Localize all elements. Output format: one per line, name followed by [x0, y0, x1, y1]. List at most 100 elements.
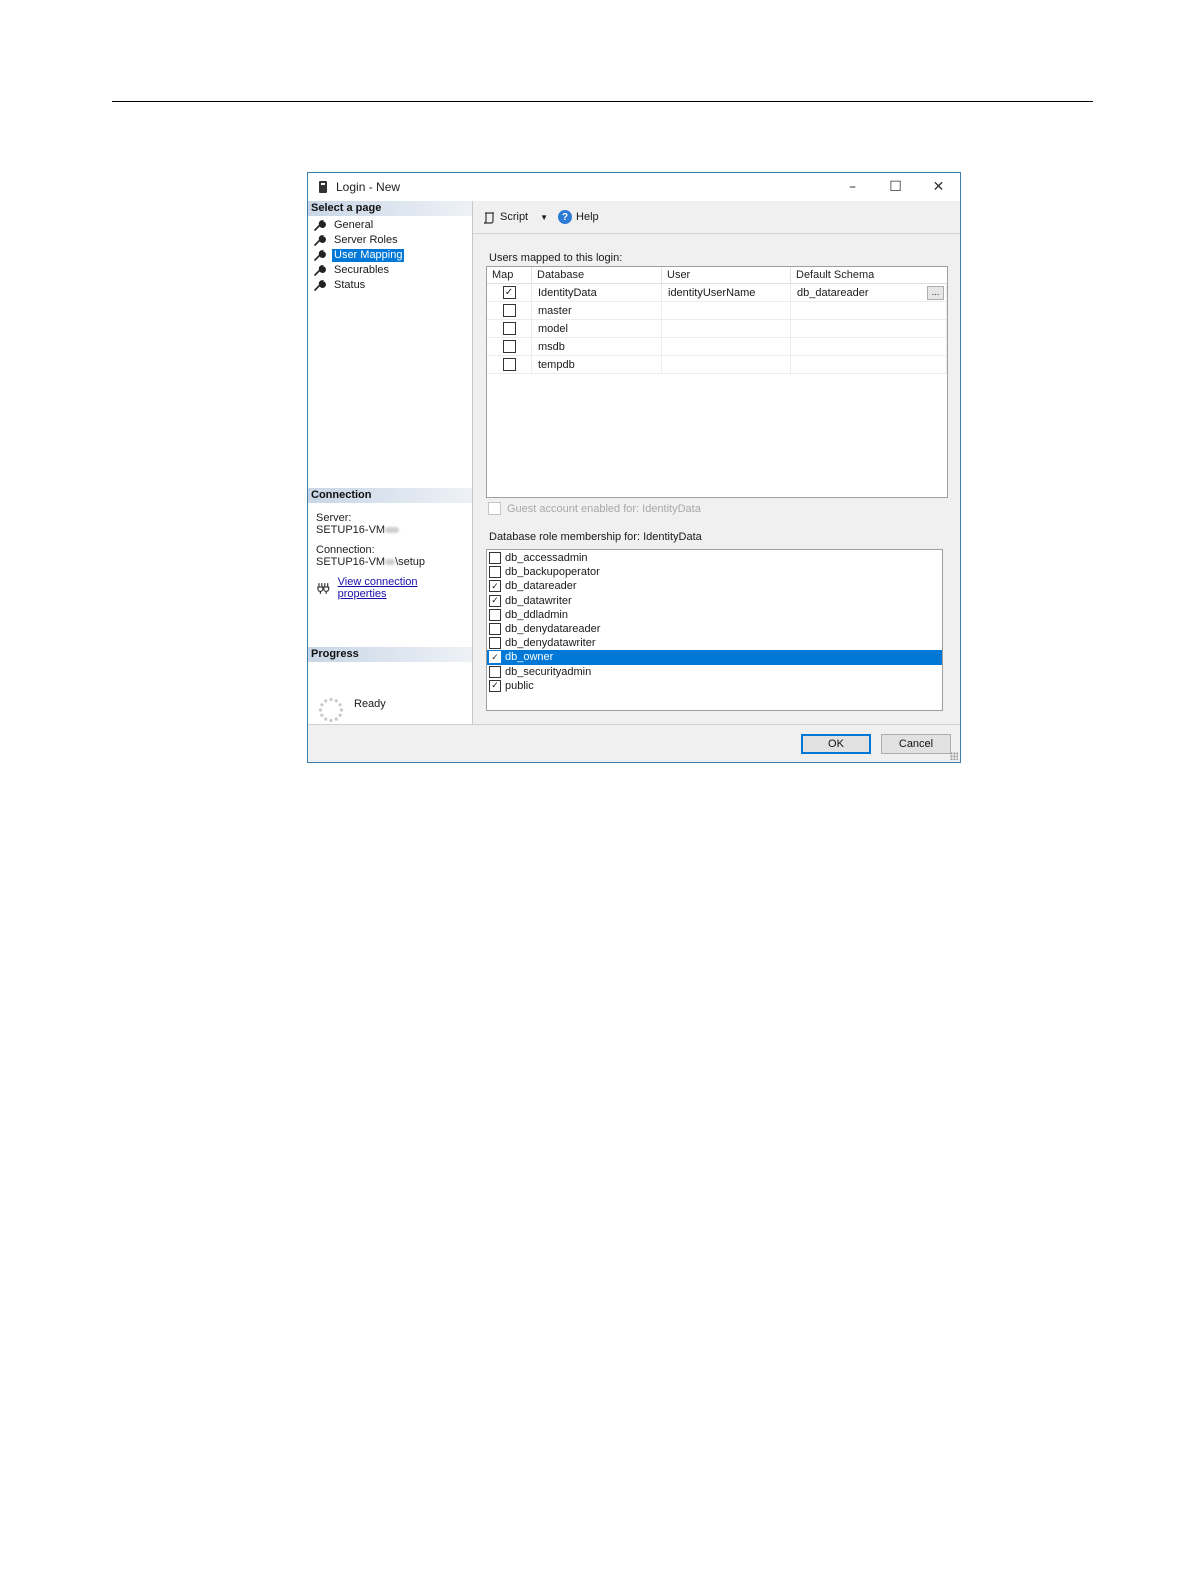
role-label: db_owner: [505, 651, 554, 664]
progress-status: Ready: [354, 698, 386, 710]
maximize-button[interactable]: ☐: [874, 173, 917, 201]
script-icon: [483, 211, 494, 224]
role-label: db_securityadmin: [505, 665, 592, 678]
grid-row[interactable]: master: [487, 302, 947, 320]
help-button[interactable]: ? Help: [558, 210, 599, 224]
role-checkbox[interactable]: [489, 665, 501, 678]
column-header-default-schema[interactable]: Default Schema: [791, 267, 947, 283]
role-checkbox[interactable]: [489, 608, 501, 621]
grid-row[interactable]: tempdb: [487, 356, 947, 374]
wrench-icon: [314, 250, 326, 261]
role-item-db-ddladmin[interactable]: db_ddladmin: [487, 608, 942, 622]
map-checkbox[interactable]: [502, 358, 516, 371]
left-pane: Select a page General Server Roles User Ma…: [308, 201, 473, 724]
default-schema-cell[interactable]: [791, 338, 947, 355]
column-header-user[interactable]: User: [662, 267, 791, 283]
role-label: db_datawriter: [505, 594, 572, 607]
script-label: Script: [500, 211, 529, 223]
map-checkbox[interactable]: [502, 322, 516, 335]
default-schema-cell[interactable]: db_datareader...: [791, 284, 947, 301]
role-checkbox[interactable]: ✓: [489, 651, 501, 664]
map-checkbox[interactable]: [502, 340, 516, 353]
title-bar[interactable]: Login - New – ☐ ✕: [308, 173, 960, 201]
page-item-label: Securables: [334, 264, 390, 276]
page-item-user-mapping[interactable]: User Mapping: [314, 248, 472, 263]
connection-info: Server: SETUP16-VM Connection: SETUP16-V…: [316, 512, 466, 600]
role-item-db-owner[interactable]: ✓ db_owner: [487, 650, 942, 665]
close-button[interactable]: ✕: [917, 173, 960, 201]
map-cell: ✓: [487, 284, 532, 301]
progress-header: Progress: [308, 647, 472, 662]
view-connection-properties-link[interactable]: View connection properties: [338, 576, 466, 600]
role-checkbox[interactable]: ✓: [489, 594, 501, 607]
resize-grip-icon[interactable]: [950, 752, 958, 760]
default-schema-cell[interactable]: [791, 356, 947, 373]
user-cell[interactable]: [662, 320, 791, 337]
column-header-database[interactable]: Database: [532, 267, 662, 283]
page-item-status[interactable]: Status: [314, 278, 472, 293]
role-checkbox[interactable]: [489, 637, 501, 650]
grid-row[interactable]: ✓ IdentityData identityUserName db_dataread…: [487, 284, 947, 302]
ok-button[interactable]: OK: [801, 734, 871, 754]
role-label: public: [505, 679, 534, 692]
page-item-label: Server Roles: [334, 234, 398, 246]
users-mapped-grid: Map Database User Default Schema ✓ Identi…: [486, 266, 948, 498]
default-schema-cell[interactable]: [791, 302, 947, 319]
schema-browse-button[interactable]: ...: [927, 286, 944, 300]
help-label: Help: [576, 211, 599, 223]
grid-header: Map Database User Default Schema: [487, 267, 947, 284]
role-item-db-denydatareader[interactable]: db_denydatareader: [487, 622, 942, 636]
role-item-db-datareader[interactable]: ✓ db_datareader: [487, 579, 942, 593]
column-header-map[interactable]: Map: [487, 267, 532, 283]
script-button[interactable]: Script: [482, 211, 528, 224]
role-label: db_ddladmin: [505, 608, 568, 621]
role-item-db-securityadmin[interactable]: db_securityadmin: [487, 665, 942, 679]
role-checkbox[interactable]: [489, 566, 501, 579]
map-cell: [487, 338, 532, 355]
connection-value: SETUP16-VM \setup: [316, 556, 426, 568]
server-icon: [319, 181, 327, 193]
role-item-db-backupoperator[interactable]: db_backupoperator: [487, 565, 942, 579]
role-checkbox[interactable]: ✓: [489, 679, 501, 692]
page-item-label: User Mapping: [332, 249, 405, 262]
window-title: Login - New: [336, 180, 401, 194]
right-pane: Script ▼ ? Help Users mapped to this log…: [473, 201, 960, 724]
map-checkbox[interactable]: [502, 304, 516, 317]
role-item-db-accessadmin[interactable]: db_accessadmin: [487, 551, 942, 565]
progress-spinner-icon: [318, 697, 344, 723]
role-checkbox[interactable]: ✓: [489, 580, 501, 593]
role-item-db-datawriter[interactable]: ✓ db_datawriter: [487, 594, 942, 608]
database-cell: master: [532, 302, 662, 319]
guest-account-checkbox: [488, 502, 501, 515]
wrench-icon: [314, 235, 326, 246]
role-item-db-denydatawriter[interactable]: db_denydatawriter: [487, 636, 942, 650]
script-dropdown-arrow-icon[interactable]: ▼: [540, 213, 548, 222]
wrench-icon: [314, 220, 326, 231]
database-cell: tempdb: [532, 356, 662, 373]
role-membership-label: Database role membership for: IdentityDa…: [489, 531, 702, 543]
cancel-button[interactable]: Cancel: [881, 734, 951, 754]
role-membership-list: db_accessadmin db_backupoperator ✓ db_datar…: [486, 549, 943, 711]
role-label: db_datareader: [505, 580, 577, 593]
role-checkbox[interactable]: [489, 552, 501, 565]
role-item-public[interactable]: ✓ public: [487, 679, 942, 693]
user-cell[interactable]: [662, 356, 791, 373]
role-label: db_backupoperator: [505, 566, 600, 579]
user-cell[interactable]: identityUserName: [662, 284, 791, 301]
page-item-securables[interactable]: Securables: [314, 263, 472, 278]
grid-row[interactable]: msdb: [487, 338, 947, 356]
minimize-button[interactable]: –: [831, 173, 874, 201]
page-item-server-roles[interactable]: Server Roles: [314, 233, 472, 248]
database-cell: model: [532, 320, 662, 337]
user-cell[interactable]: [662, 302, 791, 319]
role-checkbox[interactable]: [489, 623, 501, 636]
grid-row[interactable]: model: [487, 320, 947, 338]
page-item-general[interactable]: General: [314, 218, 472, 233]
role-label: db_accessadmin: [505, 552, 588, 565]
default-schema-cell[interactable]: [791, 320, 947, 337]
page-item-label: General: [334, 219, 374, 231]
map-cell: [487, 302, 532, 319]
user-cell[interactable]: [662, 338, 791, 355]
role-label: db_denydatareader: [505, 623, 601, 636]
map-checkbox[interactable]: ✓: [502, 286, 516, 299]
